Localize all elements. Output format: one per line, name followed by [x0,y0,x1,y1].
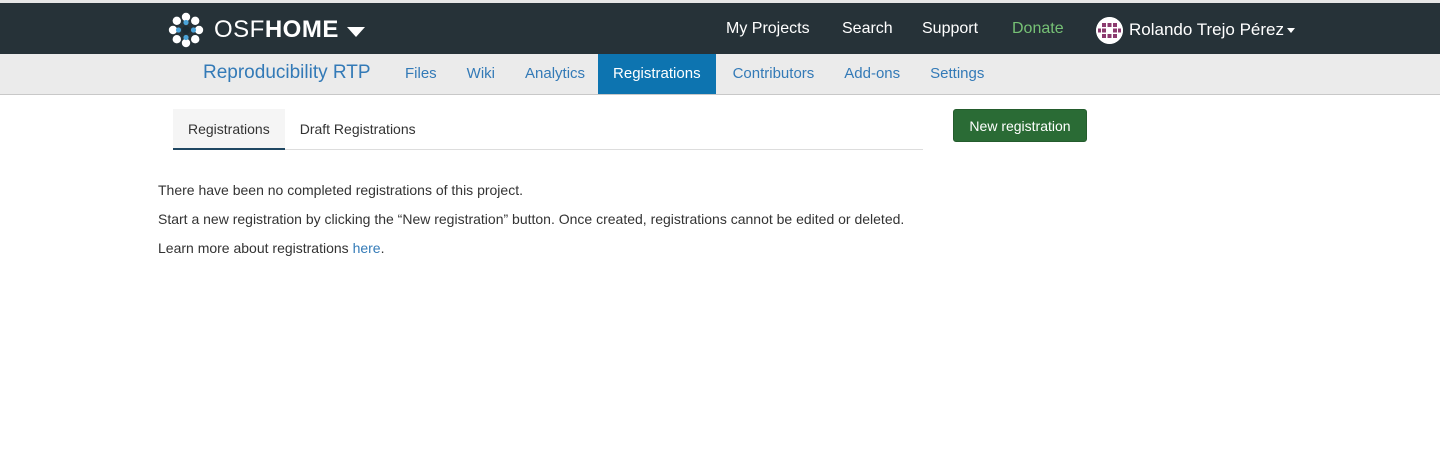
registration-tabs: Registrations Draft Registrations [173,109,923,150]
project-nav-files[interactable]: Files [390,54,452,94]
project-nav-settings[interactable]: Settings [915,54,999,94]
learn-more-link[interactable]: here [353,240,381,256]
nav-my-projects-label: My Projects [726,19,810,37]
learn-more-suffix: . [380,240,385,256]
project-nav: Files Wiki Analytics Registrations Contr… [390,54,999,94]
project-navbar: Reproducibility RTP Files Wiki Analytics… [0,54,1440,95]
project-title[interactable]: Reproducibility RTP [203,62,371,84]
osf-logo-icon [168,12,204,48]
project-nav-add-ons[interactable]: Add-ons [829,54,915,94]
nav-support[interactable]: Support [907,3,993,54]
nav-my-projects[interactable]: My Projects [711,3,825,54]
project-nav-wiki[interactable]: Wiki [452,54,510,94]
nav-donate[interactable]: Donate [997,3,1079,54]
start-registration-text: Start a new registration by clicking the… [158,211,905,227]
caret-down-icon [1286,27,1295,33]
nav-search-label: Search [842,19,893,37]
brand-home-text: HOME [264,16,339,43]
nav-support-label: Support [922,19,979,37]
learn-more-prefix: Learn more about registrations [158,240,353,256]
top-navbar: OSF HOME My Projects Search Support Dona… [0,0,1440,54]
no-registrations-text: There have been no completed registratio… [158,182,523,198]
nav-donate-label: Donate [1012,19,1064,37]
user-menu[interactable]: Rolando Trejo Pérez [1096,15,1295,45]
chevron-down-icon[interactable] [346,27,365,37]
osf-home-brand[interactable]: OSF HOME [168,12,365,48]
user-name: Rolando Trejo Pérez [1129,20,1284,39]
tab-draft-registrations[interactable]: Draft Registrations [285,109,431,150]
learn-more-text: Learn more about registrations here. [158,239,918,258]
registrations-content: There have been no completed registratio… [158,181,918,268]
project-nav-contributors[interactable]: Contributors [718,54,830,94]
brand-osf-text: OSF [214,16,265,43]
new-registration-button[interactable]: New registration [953,109,1087,142]
avatar [1096,16,1123,44]
tab-registrations[interactable]: Registrations [173,109,285,150]
project-nav-registrations[interactable]: Registrations [598,54,716,94]
nav-search[interactable]: Search [827,3,908,54]
project-nav-analytics[interactable]: Analytics [510,54,600,94]
